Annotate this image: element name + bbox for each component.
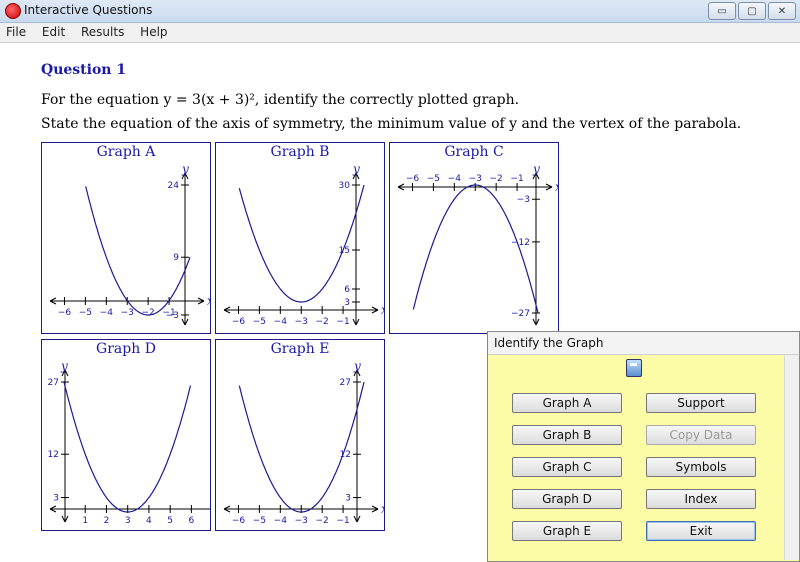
x-tick-label: −6 — [58, 308, 72, 318]
question-line-1: For the equation y = 3(x + 3)², identify… — [41, 92, 520, 108]
graph-b-plot: xy−6−5−4−3−2−1301563 — [223, 162, 384, 327]
x-tick-label: −1 — [336, 317, 349, 327]
parabola-curve — [85, 186, 191, 316]
menu-edit[interactable]: Edit — [36, 23, 71, 41]
y-tick-label: 6 — [344, 285, 350, 295]
y-tick-label: 27 — [340, 378, 351, 388]
graph-d-plot: xy12345627123 — [48, 359, 210, 526]
menu-file[interactable]: File — [0, 23, 32, 41]
y-tick-label: 9 — [173, 253, 179, 263]
window-title: Interactive Questions — [24, 3, 153, 17]
x-axis-label: x — [381, 303, 384, 317]
y-tick-label: 27 — [48, 378, 59, 388]
x-tick-label: −5 — [253, 516, 266, 526]
x-tick-label: −1 — [510, 174, 523, 184]
x-tick-label: 2 — [104, 516, 110, 526]
dialog-title: Identify the Graph — [494, 336, 604, 350]
symbols-button[interactable]: Symbols — [646, 457, 756, 477]
question-title: Question 1 — [41, 62, 127, 78]
app-icon — [5, 3, 21, 19]
x-tick-label: −4 — [274, 516, 288, 526]
parabola-curve — [63, 381, 192, 513]
copy-data-button: Copy Data — [646, 425, 756, 445]
y-axis-label: y — [352, 162, 360, 176]
y-tick-label: −27 — [511, 309, 530, 319]
x-tick-label: 6 — [189, 516, 195, 526]
y-tick-label: −12 — [511, 238, 530, 248]
y-tick-label: 3 — [345, 494, 351, 504]
graph-a-plot: xy−6−5−4−3−2−1249−3 — [49, 162, 210, 326]
y-axis-label: y — [532, 162, 540, 176]
y-axis-label: y — [181, 162, 189, 176]
graph-a-panel[interactable]: Graph A xy−6−5−4−3−2−1249−3 — [41, 142, 211, 334]
graph-d-button[interactable]: Graph D — [512, 489, 622, 509]
menu-bar: File Edit Results Help — [0, 23, 800, 43]
x-tick-label: −3 — [121, 308, 134, 318]
graph-e-panel[interactable]: Graph E xy−6−5−4−3−2−127123 — [215, 339, 385, 531]
maximize-button[interactable]: ▢ — [738, 2, 766, 20]
x-tick-label: −5 — [427, 174, 440, 184]
graph-a-button[interactable]: Graph A — [512, 393, 622, 413]
menu-help[interactable]: Help — [134, 23, 173, 41]
x-tick-label: −5 — [79, 308, 92, 318]
x-tick-label: −6 — [406, 174, 420, 184]
y-axis-label: y — [353, 359, 361, 373]
minimize-button[interactable]: ▭ — [708, 2, 736, 20]
x-tick-label: −5 — [253, 317, 266, 327]
y-tick-label: 3 — [344, 298, 350, 308]
x-tick-label: 3 — [125, 516, 131, 526]
index-button[interactable]: Index — [646, 489, 756, 509]
y-tick-label: 24 — [168, 181, 180, 191]
close-button[interactable]: ✕ — [768, 2, 796, 20]
graph-c-button[interactable]: Graph C — [512, 457, 622, 477]
x-tick-label: 5 — [167, 516, 173, 526]
x-tick-label: 4 — [146, 516, 152, 526]
x-tick-label: −3 — [295, 317, 308, 327]
y-tick-label: 3 — [53, 494, 59, 504]
x-tick-label: −3 — [295, 516, 308, 526]
x-axis-label: x — [555, 180, 558, 194]
x-tick-label: −3 — [469, 174, 482, 184]
title-bar: Interactive Questions ▭ ▢ ✕ — [0, 0, 800, 23]
parabola-curve — [238, 381, 365, 513]
y-tick-label: −3 — [166, 311, 179, 321]
x-tick-label: 1 — [82, 516, 88, 526]
graph-c-panel[interactable]: Graph C xy−6−5−4−3−2−1−3−12−27 — [389, 142, 559, 334]
dialog-scrollbar[interactable] — [784, 355, 799, 560]
support-button[interactable]: Support — [646, 393, 756, 413]
x-tick-label: −2 — [142, 308, 155, 318]
x-tick-label: −2 — [316, 516, 329, 526]
calculator-icon[interactable] — [626, 359, 642, 377]
x-tick-label: −4 — [274, 317, 288, 327]
y-tick-label: −3 — [517, 195, 530, 205]
x-tick-label: −6 — [232, 317, 246, 327]
x-tick-label: −4 — [448, 174, 462, 184]
graph-b-button[interactable]: Graph B — [512, 425, 622, 445]
question-line-2: State the equation of the axis of symmet… — [41, 116, 742, 132]
menu-results[interactable]: Results — [75, 23, 130, 41]
y-tick-label: 12 — [48, 450, 59, 460]
graph-d-panel[interactable]: Graph D xy12345627123 — [41, 339, 211, 531]
x-tick-label: −1 — [336, 516, 349, 526]
graph-e-button[interactable]: Graph E — [512, 521, 622, 541]
x-tick-label: −4 — [100, 308, 114, 318]
identify-graph-dialog: Identify the Graph Graph A Graph B Graph… — [487, 331, 800, 562]
graph-e-plot: xy−6−5−4−3−2−127123 — [223, 359, 384, 526]
x-tick-label: −2 — [490, 174, 503, 184]
x-axis-label: x — [207, 294, 210, 308]
graph-b-panel[interactable]: Graph B xy−6−5−4−3−2−1301563 — [215, 142, 385, 334]
y-tick-label: 30 — [339, 181, 351, 191]
x-tick-label: −6 — [232, 516, 246, 526]
dialog-header: Identify the Graph — [488, 332, 799, 355]
x-axis-label: x — [381, 502, 384, 516]
x-tick-label: −2 — [316, 317, 329, 327]
exit-button[interactable]: Exit — [646, 521, 756, 541]
y-axis-label: y — [60, 359, 68, 373]
graph-c-plot: x y −6 −5 −4 −3 −2 −1 −3 −12 −27 — [397, 162, 558, 326]
